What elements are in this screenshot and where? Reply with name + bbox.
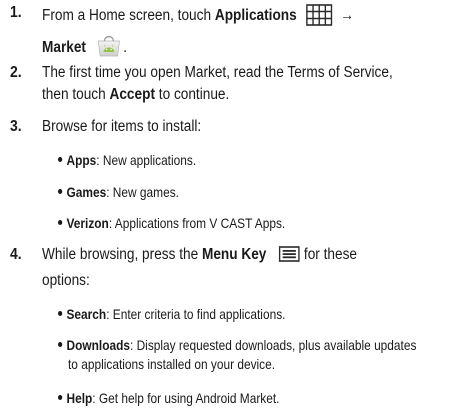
step-number: 4. xyxy=(10,246,22,263)
menu-key-icon xyxy=(279,246,300,267)
grid-icon xyxy=(305,4,333,31)
step-1-line-1: From a Home screen, touch Applications → xyxy=(42,4,354,31)
list-item: Downloads: Display requested downloads, … xyxy=(58,337,416,353)
step-2-line-1: The first time you open Market, read the… xyxy=(42,64,393,81)
bullet-dot xyxy=(58,342,63,347)
step-1-line-2: Market . xyxy=(42,32,127,63)
step-4-line-1: While browsing, press the Menu Key for t… xyxy=(42,246,357,267)
instructions-document: 1. From a Home screen, touch Application… xyxy=(0,0,471,420)
bullet-dot xyxy=(58,220,63,225)
step-4-line-2: options: xyxy=(42,272,90,289)
list-item: Games: New games. xyxy=(58,184,179,200)
list-item: Verizon: Applications from V CAST Apps. xyxy=(58,215,285,231)
bullet-dot xyxy=(58,157,63,162)
bullet-dot xyxy=(58,395,63,400)
step-2-line-2: then touch Accept to continue. xyxy=(42,86,230,103)
step-number: 1. xyxy=(10,4,22,21)
bullet-dot xyxy=(58,311,63,316)
bullet-dot xyxy=(58,189,63,194)
list-item: Apps: New applications. xyxy=(58,152,196,168)
list-item: Search: Enter criteria to find applicati… xyxy=(58,306,285,322)
list-item: Help: Get help for using Android Market. xyxy=(58,390,279,406)
market-icon xyxy=(95,32,123,63)
step-number: 2. xyxy=(10,64,22,81)
step-3-line-1: Browse for items to install: xyxy=(42,118,202,135)
step-number: 3. xyxy=(10,118,22,135)
list-item-continuation: to applications installed on your device… xyxy=(68,356,276,372)
